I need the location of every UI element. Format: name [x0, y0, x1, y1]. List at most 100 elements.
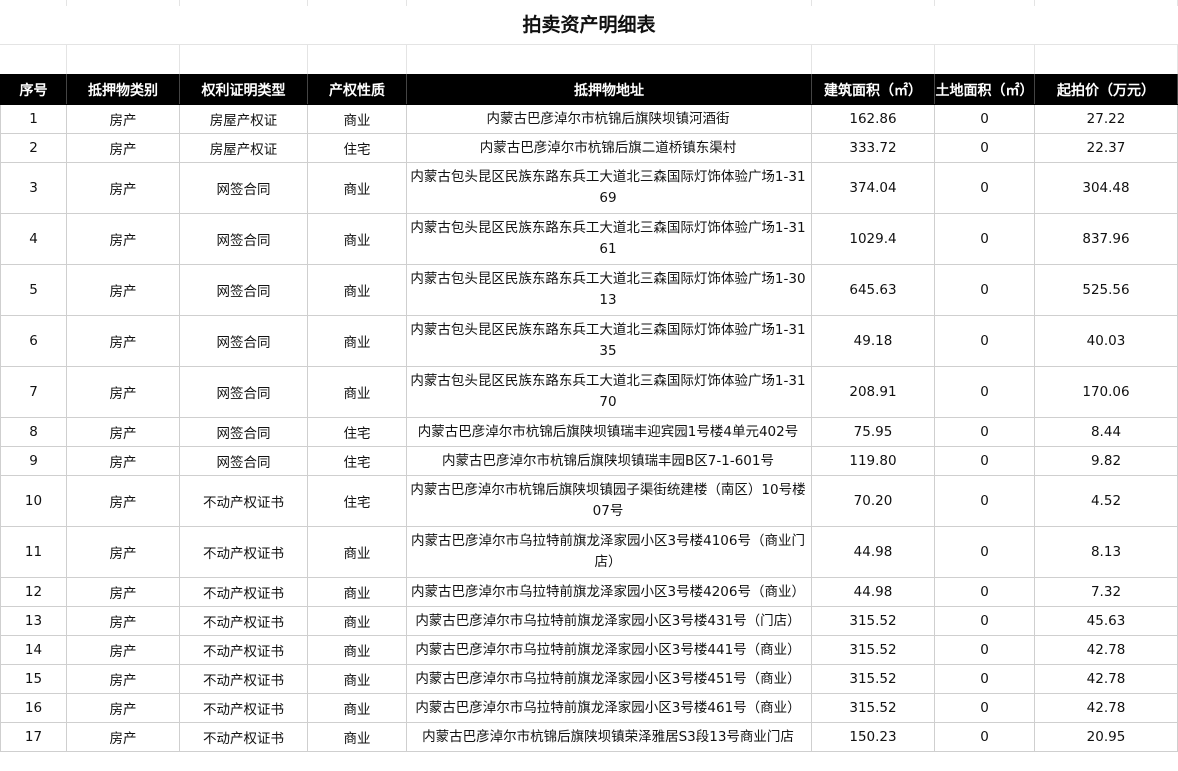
cell-cert-type[interactable]: 不动产权证书 — [179, 722, 308, 752]
cell-nature[interactable]: 商业 — [307, 526, 407, 578]
cell-category[interactable]: 房产 — [66, 475, 180, 527]
cell-price[interactable]: 45.63 — [1034, 606, 1178, 636]
cell-category[interactable]: 房产 — [66, 315, 180, 367]
cell-building-area[interactable]: 645.63 — [811, 264, 935, 316]
cell-price[interactable]: 42.78 — [1034, 635, 1178, 665]
cell-nature[interactable]: 商业 — [307, 213, 407, 265]
cell-no[interactable]: 5 — [0, 264, 67, 316]
cell-nature[interactable]: 商业 — [307, 264, 407, 316]
cell-land-area[interactable]: 0 — [934, 664, 1035, 694]
cell-category[interactable]: 房产 — [66, 366, 180, 418]
cell-building-area[interactable]: 315.52 — [811, 664, 935, 694]
cell-nature[interactable]: 商业 — [307, 577, 407, 607]
cell-address[interactable]: 内蒙古巴彦淖尔市杭锦后旗陕坝镇瑞丰迎宾园1号楼4单元402号 — [406, 417, 812, 447]
header-address[interactable]: 抵押物地址 — [406, 74, 812, 105]
cell-address[interactable]: 内蒙古包头昆区民族东路东兵工大道北三森国际灯饰体验广场1-3169 — [406, 162, 812, 214]
cell-land-area[interactable]: 0 — [934, 162, 1035, 214]
cell-price[interactable]: 170.06 — [1034, 366, 1178, 418]
cell-category[interactable]: 房产 — [66, 577, 180, 607]
cell-building-area[interactable]: 75.95 — [811, 417, 935, 447]
cell-no[interactable]: 17 — [0, 722, 67, 752]
cell-address[interactable]: 内蒙古巴彦淖尔市乌拉特前旗龙泽家园小区3号楼441号（商业） — [406, 635, 812, 665]
cell-building-area[interactable]: 374.04 — [811, 162, 935, 214]
cell-land-area[interactable]: 0 — [934, 213, 1035, 265]
cell-category[interactable]: 房产 — [66, 664, 180, 694]
cell-no[interactable]: 13 — [0, 606, 67, 636]
cell-cert-type[interactable]: 网签合同 — [179, 366, 308, 418]
cell-building-area[interactable]: 315.52 — [811, 635, 935, 665]
header-price[interactable]: 起拍价（万元） — [1034, 74, 1178, 105]
cell-category[interactable]: 房产 — [66, 446, 180, 476]
cell-cert-type[interactable]: 不动产权证书 — [179, 664, 308, 694]
cell-cert-type[interactable]: 网签合同 — [179, 446, 308, 476]
cell-cert-type[interactable]: 不动产权证书 — [179, 526, 308, 578]
cell-land-area[interactable]: 0 — [934, 417, 1035, 447]
cell-price[interactable]: 40.03 — [1034, 315, 1178, 367]
cell-cert-type[interactable]: 不动产权证书 — [179, 635, 308, 665]
cell-nature[interactable]: 商业 — [307, 693, 407, 723]
cell-building-area[interactable]: 333.72 — [811, 133, 935, 163]
cell-address[interactable]: 内蒙古巴彦淖尔市乌拉特前旗龙泽家园小区3号楼4106号（商业门店） — [406, 526, 812, 578]
cell-price[interactable]: 42.78 — [1034, 664, 1178, 694]
cell-category[interactable]: 房产 — [66, 526, 180, 578]
cell-category[interactable]: 房产 — [66, 104, 180, 134]
cell-cert-type[interactable]: 不动产权证书 — [179, 577, 308, 607]
cell-nature[interactable]: 住宅 — [307, 446, 407, 476]
cell-no[interactable]: 12 — [0, 577, 67, 607]
cell-land-area[interactable]: 0 — [934, 133, 1035, 163]
cell-no[interactable]: 2 — [0, 133, 67, 163]
cell-nature[interactable]: 商业 — [307, 635, 407, 665]
cell-land-area[interactable]: 0 — [934, 264, 1035, 316]
cell-building-area[interactable]: 70.20 — [811, 475, 935, 527]
cell-cert-type[interactable]: 网签合同 — [179, 315, 308, 367]
cell-nature[interactable]: 商业 — [307, 162, 407, 214]
cell-address[interactable]: 内蒙古包头昆区民族东路东兵工大道北三森国际灯饰体验广场1-3135 — [406, 315, 812, 367]
cell-price[interactable]: 8.13 — [1034, 526, 1178, 578]
cell-nature[interactable]: 住宅 — [307, 133, 407, 163]
cell-category[interactable]: 房产 — [66, 264, 180, 316]
cell-price[interactable]: 20.95 — [1034, 722, 1178, 752]
cell-no[interactable]: 7 — [0, 366, 67, 418]
cell-building-area[interactable]: 49.18 — [811, 315, 935, 367]
cell-address[interactable]: 内蒙古巴彦淖尔市杭锦后旗陕坝镇荣泽雅居S3段13号商业门店 — [406, 722, 812, 752]
header-nature[interactable]: 产权性质 — [307, 74, 407, 105]
cell-land-area[interactable]: 0 — [934, 526, 1035, 578]
cell-land-area[interactable]: 0 — [934, 693, 1035, 723]
cell-cert-type[interactable]: 网签合同 — [179, 264, 308, 316]
cell-nature[interactable]: 商业 — [307, 366, 407, 418]
cell-land-area[interactable]: 0 — [934, 315, 1035, 367]
cell-land-area[interactable]: 0 — [934, 366, 1035, 418]
cell-no[interactable]: 16 — [0, 693, 67, 723]
cell-nature[interactable]: 商业 — [307, 606, 407, 636]
cell-category[interactable]: 房产 — [66, 606, 180, 636]
cell-price[interactable]: 4.52 — [1034, 475, 1178, 527]
cell-address[interactable]: 内蒙古巴彦淖尔市乌拉特前旗龙泽家园小区3号楼431号（门店） — [406, 606, 812, 636]
cell-cert-type[interactable]: 不动产权证书 — [179, 693, 308, 723]
header-cert-type[interactable]: 权利证明类型 — [179, 74, 308, 105]
cell-no[interactable]: 9 — [0, 446, 67, 476]
cell-address[interactable]: 内蒙古巴彦淖尔市杭锦后旗陕坝镇园子渠街统建楼（南区）10号楼07号 — [406, 475, 812, 527]
header-category[interactable]: 抵押物类别 — [66, 74, 180, 105]
cell-cert-type[interactable]: 不动产权证书 — [179, 606, 308, 636]
cell-price[interactable]: 304.48 — [1034, 162, 1178, 214]
cell-building-area[interactable]: 44.98 — [811, 577, 935, 607]
cell-no[interactable]: 15 — [0, 664, 67, 694]
cell-land-area[interactable]: 0 — [934, 104, 1035, 134]
cell-building-area[interactable]: 44.98 — [811, 526, 935, 578]
cell-building-area[interactable]: 1029.4 — [811, 213, 935, 265]
cell-land-area[interactable]: 0 — [934, 446, 1035, 476]
cell-price[interactable]: 27.22 — [1034, 104, 1178, 134]
header-building-area[interactable]: 建筑面积（㎡） — [811, 74, 935, 105]
cell-address[interactable]: 内蒙古巴彦淖尔市乌拉特前旗龙泽家园小区3号楼451号（商业） — [406, 664, 812, 694]
cell-cert-type[interactable]: 网签合同 — [179, 213, 308, 265]
cell-address[interactable]: 内蒙古巴彦淖尔市乌拉特前旗龙泽家园小区3号楼4206号（商业） — [406, 577, 812, 607]
cell-no[interactable]: 3 — [0, 162, 67, 214]
cell-category[interactable]: 房产 — [66, 417, 180, 447]
cell-no[interactable]: 8 — [0, 417, 67, 447]
cell-price[interactable]: 525.56 — [1034, 264, 1178, 316]
cell-nature[interactable]: 住宅 — [307, 417, 407, 447]
cell-address[interactable]: 内蒙古包头昆区民族东路东兵工大道北三森国际灯饰体验广场1-3013 — [406, 264, 812, 316]
cell-category[interactable]: 房产 — [66, 133, 180, 163]
cell-no[interactable]: 1 — [0, 104, 67, 134]
cell-nature[interactable]: 商业 — [307, 664, 407, 694]
